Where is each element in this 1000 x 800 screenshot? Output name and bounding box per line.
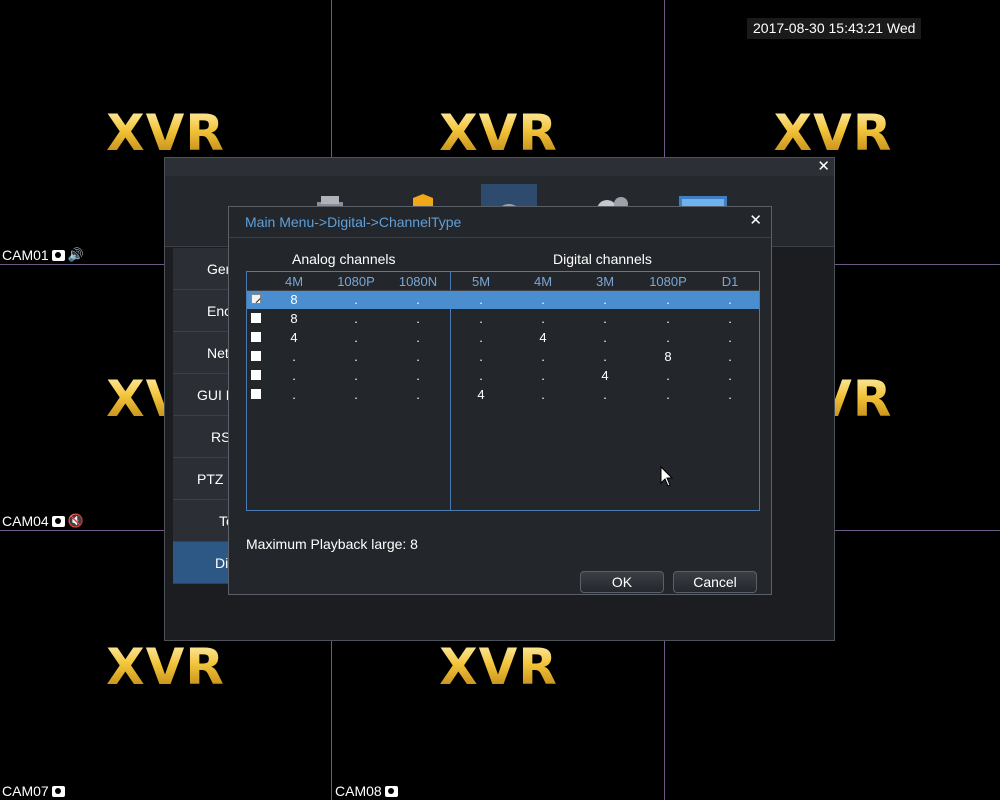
column-header: 1080P — [649, 274, 687, 289]
mouse-cursor-icon — [660, 465, 674, 487]
table-cell: . — [666, 368, 670, 383]
table-cell: 8 — [664, 349, 672, 364]
table-cell: . — [666, 292, 670, 307]
table-cell: . — [416, 387, 420, 402]
column-header: 1080N — [398, 274, 438, 289]
table-row[interactable]: ..... 4.. — [247, 367, 759, 385]
table-cell: . — [728, 330, 732, 345]
camera-label: CAM08 — [335, 783, 398, 799]
table-row[interactable]: 8....... — [247, 291, 759, 309]
channel-type-table: 4M 1080P 1080N 5M 4M 3M 1080P D1 8....... 8......… — [246, 271, 760, 511]
table-cell: . — [728, 311, 732, 326]
xvr-logo: XVR — [439, 638, 558, 696]
analog-channels-label: Analog channels — [292, 251, 396, 267]
column-header: 4M — [533, 274, 553, 289]
camera-icon — [51, 249, 65, 261]
table-cell: . — [603, 387, 607, 402]
table-row[interactable]: 4... 4... — [247, 329, 759, 347]
main-menu-titlebar — [165, 158, 834, 176]
table-cell: . — [541, 311, 545, 326]
table-cell: 4 — [601, 368, 609, 383]
table-cell: . — [479, 330, 483, 345]
table-cell: . — [292, 387, 296, 402]
table-row[interactable]: 8....... — [247, 310, 759, 328]
table-cell: . — [354, 368, 358, 383]
table-cell: . — [292, 349, 296, 364]
table-row[interactable]: ...... 8. — [247, 348, 759, 366]
table-cell: . — [479, 349, 483, 364]
table-cell: . — [416, 349, 420, 364]
camera-label: CAM04 🔇 — [2, 513, 84, 529]
table-cell: 4 — [539, 330, 547, 345]
xvr-logo: XVR — [106, 104, 225, 162]
divider — [229, 237, 771, 238]
table-cell: . — [728, 368, 732, 383]
table-cell: . — [354, 387, 358, 402]
dialog-title: Main Menu->Digital->ChannelType — [245, 214, 462, 230]
column-header: D1 — [721, 274, 739, 289]
table-cell: 4 — [477, 387, 485, 402]
table-cell: . — [666, 330, 670, 345]
table-cell: . — [479, 311, 483, 326]
table-row[interactable]: ... 4.... — [247, 386, 759, 404]
channel-type-dialog: Main Menu->Digital->ChannelType ✕ Analog… — [228, 206, 772, 595]
max-playback-text: Maximum Playback large: 8 — [246, 536, 418, 552]
column-header: 4M — [284, 274, 304, 289]
table-cell: 4 — [290, 330, 298, 345]
table-cell: . — [541, 349, 545, 364]
table-cell: . — [541, 387, 545, 402]
table-cell: . — [541, 292, 545, 307]
xvr-logo: XVR — [106, 638, 225, 696]
camera-icon — [51, 785, 65, 797]
camera-label: CAM01 🔊 — [2, 247, 84, 263]
column-header: 3M — [595, 274, 615, 289]
row-checkbox[interactable] — [251, 294, 261, 304]
table-cell: . — [728, 349, 732, 364]
close-icon[interactable]: ✕ — [749, 211, 762, 229]
table-cell: . — [479, 292, 483, 307]
column-header: 5M — [471, 274, 491, 289]
xvr-logo: XVR — [773, 104, 893, 162]
table-cell: . — [603, 349, 607, 364]
table-cell: . — [416, 311, 420, 326]
speaker-muted-icon: 🔇 — [67, 513, 84, 528]
table-cell: . — [416, 368, 420, 383]
table-cell: . — [603, 292, 607, 307]
table-cell: . — [292, 368, 296, 383]
row-checkbox[interactable] — [251, 351, 261, 361]
table-cell: . — [541, 368, 545, 383]
cancel-button[interactable]: Cancel — [673, 571, 757, 593]
row-checkbox[interactable] — [251, 332, 261, 342]
speaker-icon: 🔊 — [67, 247, 84, 262]
table-cell: . — [354, 311, 358, 326]
table-cell: . — [728, 292, 732, 307]
close-icon[interactable]: ✕ — [817, 159, 830, 175]
digital-channels-label: Digital channels — [553, 251, 652, 267]
table-cell: . — [416, 330, 420, 345]
table-cell: . — [603, 311, 607, 326]
table-cell: 8 — [290, 311, 298, 326]
camera-label: CAM07 — [2, 783, 65, 799]
table-cell: . — [479, 368, 483, 383]
row-checkbox[interactable] — [251, 370, 261, 380]
table-cell: . — [728, 387, 732, 402]
table-cell: . — [666, 311, 670, 326]
table-cell: . — [603, 330, 607, 345]
table-cell: 8 — [290, 292, 298, 307]
table-cell: . — [354, 349, 358, 364]
table-cell: . — [354, 330, 358, 345]
camera-icon — [384, 785, 398, 797]
xvr-logo: XVR — [439, 104, 558, 162]
ok-button[interactable]: OK — [580, 571, 664, 593]
table-cell: . — [416, 292, 420, 307]
camera-icon — [51, 515, 65, 527]
datetime-display: 2017-08-30 15:43:21 Wed — [747, 18, 922, 39]
row-checkbox[interactable] — [251, 389, 261, 399]
row-checkbox[interactable] — [251, 313, 261, 323]
table-cell: . — [666, 387, 670, 402]
column-header: 1080P — [337, 274, 375, 289]
table-cell: . — [354, 292, 358, 307]
